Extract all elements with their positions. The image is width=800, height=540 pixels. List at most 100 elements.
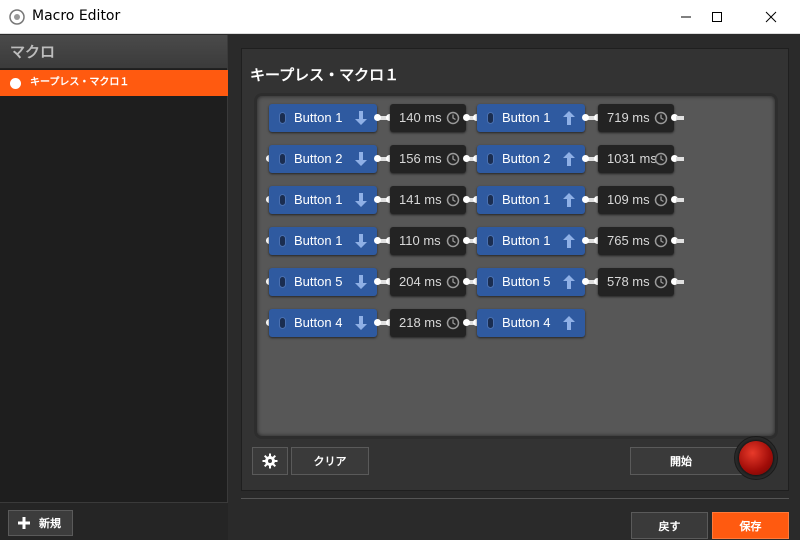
clock-icon: [446, 234, 460, 248]
button-label: Button 1: [502, 233, 551, 248]
sidebar: マクロ キープレス・マクロ１ 新規: [0, 35, 228, 540]
connector-node[interactable]: [374, 196, 381, 203]
macro-row: Button 2 156 ms Button 2 1031 ms: [257, 145, 777, 173]
connector-node[interactable]: [582, 155, 589, 162]
sidebar-item-macro[interactable]: キープレス・マクロ１: [0, 70, 228, 96]
connector-node[interactable]: [463, 155, 470, 162]
arrow-down-icon: [355, 234, 367, 248]
clock-icon: [654, 275, 668, 289]
clock-icon: [654, 111, 668, 125]
sidebar-footer: 新規: [0, 502, 228, 540]
connector-node[interactable]: [374, 278, 381, 285]
save-button[interactable]: 保存: [712, 512, 789, 539]
arrow-up-icon: [563, 152, 575, 166]
delay-label: 218 ms: [399, 315, 442, 330]
mouse-down-block[interactable]: Button 4: [269, 309, 377, 337]
connector-node[interactable]: [463, 237, 470, 244]
close-button[interactable]: [748, 0, 794, 34]
mouse-down-block[interactable]: Button 5: [269, 268, 377, 296]
mouse-icon: [279, 317, 286, 329]
delay-label: 578 ms: [607, 274, 650, 289]
button-label: Button 1: [294, 233, 343, 248]
plus-icon: [18, 517, 30, 529]
record-button[interactable]: [734, 436, 778, 480]
delay-block[interactable]: 218 ms: [390, 309, 466, 337]
mouse-up-block[interactable]: Button 1: [477, 227, 585, 255]
connector-node[interactable]: [582, 278, 589, 285]
mouse-down-block[interactable]: Button 1: [269, 227, 377, 255]
connector-node[interactable]: [463, 196, 470, 203]
macro-row: Button 1 110 ms Button 1 765 ms: [257, 227, 777, 255]
connector-node[interactable]: [374, 114, 381, 121]
delay-block[interactable]: 156 ms: [390, 145, 466, 173]
connector-node[interactable]: [463, 114, 470, 121]
connector-node[interactable]: [374, 319, 381, 326]
mouse-icon: [279, 276, 286, 288]
clock-icon: [446, 275, 460, 289]
button-label: Button 4: [502, 315, 551, 330]
mouse-up-block[interactable]: Button 5: [477, 268, 585, 296]
connector-node[interactable]: [582, 196, 589, 203]
mouse-down-block[interactable]: Button 1: [269, 104, 377, 132]
delay-block[interactable]: 140 ms: [390, 104, 466, 132]
clock-icon: [654, 193, 668, 207]
macro-panel: キープレス・マクロ１ Button 1 140 ms Button 1 719 ms B…: [241, 48, 789, 491]
button-label: Button 5: [502, 274, 551, 289]
arrow-up-icon: [563, 316, 575, 330]
button-label: Button 5: [294, 274, 343, 289]
clock-icon: [446, 316, 460, 330]
button-label: Button 4: [294, 315, 343, 330]
sidebar-item-label: キープレス・マクロ１: [30, 77, 130, 88]
macro-canvas[interactable]: Button 1 140 ms Button 1 719 ms Button 2 156 …: [254, 93, 778, 439]
delay-label: 765 ms: [607, 233, 650, 248]
arrow-down-icon: [355, 111, 367, 125]
arrow-up-icon: [563, 275, 575, 289]
new-macro-label: 新規: [39, 517, 61, 530]
connector-line: [676, 198, 684, 202]
mouse-icon: [487, 112, 494, 124]
connector-node[interactable]: [463, 278, 470, 285]
connector-node[interactable]: [374, 155, 381, 162]
mouse-icon: [279, 194, 286, 206]
record-icon: [739, 441, 773, 475]
delay-block[interactable]: 204 ms: [390, 268, 466, 296]
delay-label: 204 ms: [399, 274, 442, 289]
back-button[interactable]: 戻す: [631, 512, 708, 539]
macro-row: Button 1 141 ms Button 1 109 ms: [257, 186, 777, 214]
delay-block[interactable]: 719 ms: [598, 104, 674, 132]
arrow-up-icon: [563, 111, 575, 125]
delay-block[interactable]: 1031 ms: [598, 145, 674, 173]
macro-row: Button 1 140 ms Button 1 719 ms: [257, 104, 777, 132]
mouse-icon: [487, 153, 494, 165]
window-title: Macro Editor: [32, 8, 121, 24]
connector-node[interactable]: [582, 237, 589, 244]
connector-node[interactable]: [463, 319, 470, 326]
new-macro-button[interactable]: 新規: [8, 510, 73, 536]
connector-node[interactable]: [582, 114, 589, 121]
delay-block[interactable]: 578 ms: [598, 268, 674, 296]
connector-line: [676, 157, 684, 161]
mouse-down-block[interactable]: Button 2: [269, 145, 377, 173]
delay-block[interactable]: 109 ms: [598, 186, 674, 214]
maximize-button[interactable]: [694, 0, 740, 34]
clear-button[interactable]: クリア: [291, 447, 369, 475]
delay-block[interactable]: 765 ms: [598, 227, 674, 255]
mouse-up-block[interactable]: Button 1: [477, 186, 585, 214]
gear-icon: [262, 453, 278, 469]
delay-block[interactable]: 110 ms: [390, 227, 466, 255]
mouse-icon: [487, 276, 494, 288]
button-label: Button 1: [294, 192, 343, 207]
delay-block[interactable]: 141 ms: [390, 186, 466, 214]
divider: [241, 498, 789, 499]
title-bar: Macro Editor: [0, 0, 800, 34]
start-button[interactable]: 開始: [630, 447, 742, 475]
settings-button[interactable]: [252, 447, 288, 475]
connector-node[interactable]: [374, 237, 381, 244]
mouse-up-block[interactable]: Button 1: [477, 104, 585, 132]
mouse-up-block[interactable]: Button 4: [477, 309, 585, 337]
delay-label: 141 ms: [399, 192, 442, 207]
mouse-down-block[interactable]: Button 1: [269, 186, 377, 214]
mouse-icon: [279, 112, 286, 124]
mouse-up-block[interactable]: Button 2: [477, 145, 585, 173]
delay-label: 110 ms: [399, 233, 441, 248]
